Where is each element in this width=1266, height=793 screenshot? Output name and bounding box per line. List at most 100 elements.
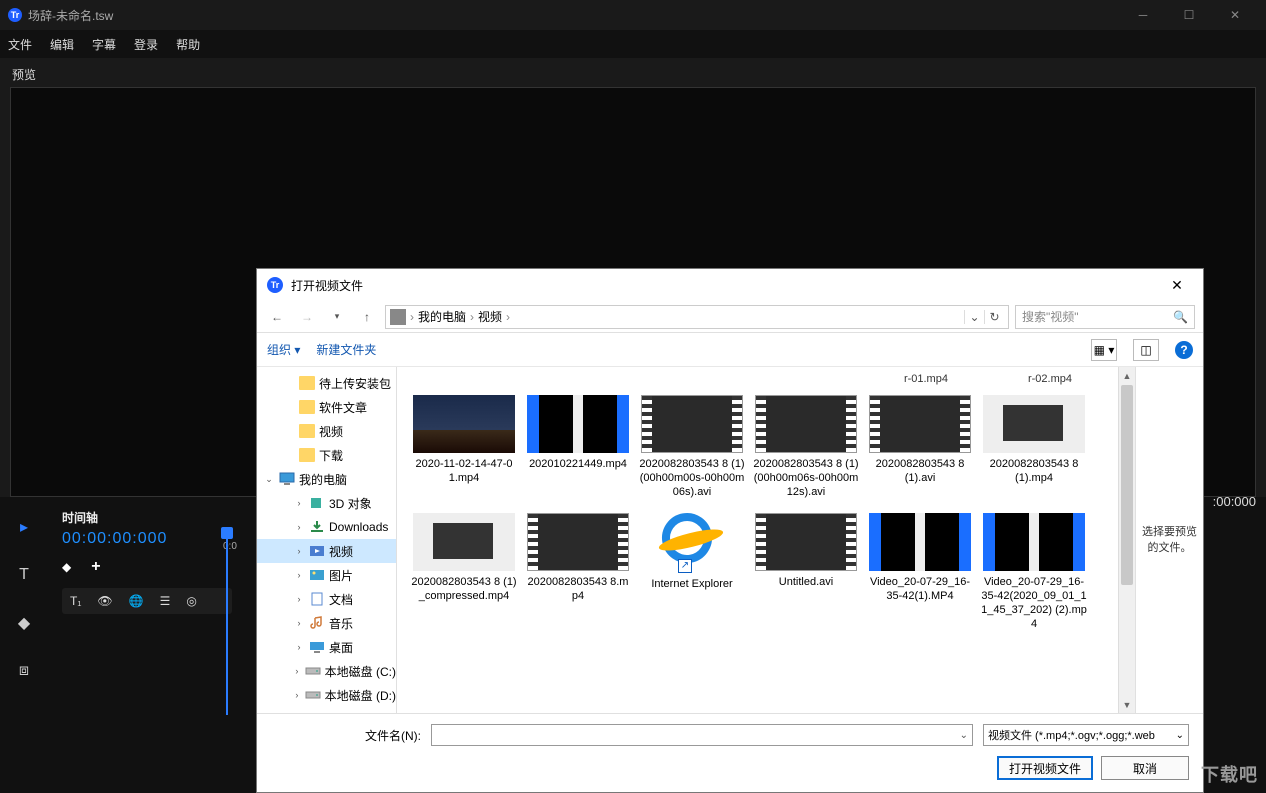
- file-item[interactable]: 2020082803543 8 (1)(00h00m06s-00h00m12s)…: [751, 391, 861, 503]
- file-item[interactable]: Video_20-07-29_16-35-42(1).MP4: [865, 509, 975, 635]
- tree-item[interactable]: ›Downloads: [257, 515, 396, 539]
- tree-item[interactable]: 软件文章: [257, 395, 396, 419]
- text-track-icon[interactable]: T₁: [70, 594, 81, 608]
- menu-item-4[interactable]: 帮助: [176, 36, 200, 53]
- view-mode-icon[interactable]: ▦ ▾: [1091, 339, 1117, 361]
- filename-input[interactable]: ⌄: [431, 724, 973, 746]
- tree-item[interactable]: ›本地磁盘 (C:): [257, 659, 396, 683]
- file-name: 2020082803543 8 (1)(00h00m06s-00h00m12s)…: [753, 457, 859, 499]
- playhead-line[interactable]: [226, 535, 228, 715]
- cancel-button[interactable]: 取消: [1101, 756, 1189, 780]
- new-folder-button[interactable]: 新建文件夹: [316, 341, 376, 358]
- close-button[interactable]: ✕: [1212, 0, 1258, 30]
- target-icon[interactable]: ◎: [186, 594, 196, 608]
- app-titlebar: Tr 场辞-未命名.tsw ─ ☐ ✕: [0, 0, 1266, 30]
- dialog-footer: 文件名(N): ⌄ 视频文件 (*.mp4;*.ogv;*.ogg;*.web⌄…: [257, 713, 1203, 792]
- file-item[interactable]: 2020-11-02-14-47-01.mp4: [409, 391, 519, 503]
- dialog-titlebar: Tr 打开视频文件 ✕: [257, 269, 1203, 301]
- text-tool-icon[interactable]: T: [14, 565, 34, 585]
- file-item[interactable]: 2020082803543 8 (1)(00h00m00s-00h00m06s)…: [637, 391, 747, 503]
- marker-icon[interactable]: ◆: [62, 560, 71, 574]
- shape-tool-icon[interactable]: ◆: [14, 613, 34, 633]
- file-thumbnail: [869, 395, 971, 453]
- tree-item[interactable]: 待上传安装包: [257, 371, 396, 395]
- file-name: 202010221449.mp4: [529, 457, 627, 471]
- add-icon[interactable]: +: [91, 558, 100, 576]
- maximize-button[interactable]: ☐: [1166, 0, 1212, 30]
- menu-item-3[interactable]: 登录: [134, 36, 158, 53]
- partial-file-label[interactable]: r-01.mp4: [904, 373, 948, 385]
- partial-file-label[interactable]: r-02.mp4: [1028, 373, 1072, 385]
- filetype-select[interactable]: 视频文件 (*.mp4;*.ogv;*.ogg;*.web⌄: [983, 724, 1189, 746]
- file-thumbnail: [527, 513, 629, 571]
- file-thumbnail: [527, 395, 629, 453]
- preview-pane-toggle-icon[interactable]: ◫: [1133, 339, 1159, 361]
- visibility-icon[interactable]: 👁: [97, 594, 112, 608]
- cursor-tool-icon[interactable]: ▸: [14, 517, 34, 537]
- nav-up-icon[interactable]: ↑: [355, 305, 379, 329]
- menu-item-0[interactable]: 文件: [8, 36, 32, 53]
- scroll-thumb[interactable]: [1121, 385, 1133, 585]
- list-icon[interactable]: ☰: [160, 594, 171, 608]
- breadcrumb-refresh-icon[interactable]: ↻: [984, 310, 1004, 324]
- file-item[interactable]: Untitled.avi: [751, 509, 861, 635]
- tree-item[interactable]: ⌄我的电脑: [257, 467, 396, 491]
- minimize-button[interactable]: ─: [1120, 0, 1166, 30]
- scroll-down-icon[interactable]: ▼: [1119, 696, 1135, 713]
- tree-item[interactable]: ›文档: [257, 587, 396, 611]
- menu-item-2[interactable]: 字幕: [92, 36, 116, 53]
- nav-back-icon[interactable]: ←: [265, 305, 289, 329]
- tree-item[interactable]: ›图片: [257, 563, 396, 587]
- file-item[interactable]: ↗Internet Explorer: [637, 509, 747, 635]
- search-icon: 🔍: [1173, 310, 1188, 324]
- file-thumbnail: [755, 513, 857, 571]
- breadcrumb-folder[interactable]: 视频: [478, 308, 502, 325]
- tree-item[interactable]: ›音乐: [257, 611, 396, 635]
- tree-item[interactable]: 下载: [257, 443, 396, 467]
- file-open-dialog: Tr 打开视频文件 ✕ ← → ▾ ↑ › 我的电脑 › 视频 › ⌄ ↻ 搜索…: [256, 268, 1204, 793]
- app-logo-icon: Tr: [8, 8, 22, 22]
- scroll-up-icon[interactable]: ▲: [1119, 367, 1135, 384]
- breadcrumb-root[interactable]: 我的电脑: [418, 308, 466, 325]
- breadcrumb-dropdown-icon[interactable]: ⌄: [964, 310, 984, 324]
- file-thumbnail: [983, 395, 1085, 453]
- file-item[interactable]: Video_20-07-29_16-35-42(2020_09_01_11_45…: [979, 509, 1089, 635]
- file-name: 2020082803543 8 (1)_compressed.mp4: [411, 575, 517, 603]
- file-name: Internet Explorer: [651, 577, 732, 591]
- nav-forward-icon[interactable]: →: [295, 305, 319, 329]
- file-name: Video_20-07-29_16-35-42(1).MP4: [867, 575, 973, 603]
- preview-pane: 选择要预览的文件。: [1135, 367, 1203, 713]
- file-thumbnail: [983, 513, 1085, 571]
- file-scrollbar[interactable]: ▲ ▼: [1118, 367, 1135, 713]
- file-item[interactable]: 202010221449.mp4: [523, 391, 633, 503]
- menu-item-1[interactable]: 编辑: [50, 36, 74, 53]
- tree-item[interactable]: ›视频: [257, 539, 396, 563]
- organize-button[interactable]: 组织 ▾: [267, 341, 300, 358]
- tree-item[interactable]: ›本地磁盘 (D:): [257, 683, 396, 707]
- file-thumbnail: [869, 513, 971, 571]
- tree-item[interactable]: 视频: [257, 419, 396, 443]
- open-button[interactable]: 打开视频文件: [997, 756, 1093, 780]
- file-item[interactable]: 2020082803543 8 (1)_compressed.mp4: [409, 509, 519, 635]
- file-name: 2020082803543 8 (1).mp4: [981, 457, 1087, 485]
- breadcrumb[interactable]: › 我的电脑 › 视频 › ⌄ ↻: [385, 305, 1009, 329]
- file-area: r-01.mp4 r-02.mp4 2020-11-02-14-47-01.mp…: [397, 367, 1203, 713]
- tree-item[interactable]: ›桌面: [257, 635, 396, 659]
- dialog-toolbar: 组织 ▾ 新建文件夹 ▦ ▾ ◫ ?: [257, 333, 1203, 367]
- app-menu: 文件 编辑 字幕 登录 帮助: [0, 30, 1266, 58]
- dialog-logo-icon: Tr: [267, 277, 283, 293]
- crop-tool-icon[interactable]: ⧈: [14, 661, 34, 681]
- file-item[interactable]: 2020082803543 8 (1).mp4: [979, 391, 1089, 503]
- nav-history-icon[interactable]: ▾: [325, 305, 349, 329]
- dialog-close-button[interactable]: ✕: [1161, 273, 1193, 297]
- file-item[interactable]: 2020082803543 8 (1).avi: [865, 391, 975, 503]
- dialog-nav: ← → ▾ ↑ › 我的电脑 › 视频 › ⌄ ↻ 搜索"视频" 🔍: [257, 301, 1203, 333]
- search-input[interactable]: 搜索"视频" 🔍: [1015, 305, 1195, 329]
- file-thumbnail: [755, 395, 857, 453]
- file-name: 2020082803543 8 (1).avi: [867, 457, 973, 485]
- tree-item[interactable]: ›3D 对象: [257, 491, 396, 515]
- file-name: 2020082803543 8.mp4: [525, 575, 631, 603]
- globe-icon[interactable]: 🌐: [129, 594, 144, 608]
- file-item[interactable]: 2020082803543 8.mp4: [523, 509, 633, 635]
- help-icon[interactable]: ?: [1175, 341, 1193, 359]
